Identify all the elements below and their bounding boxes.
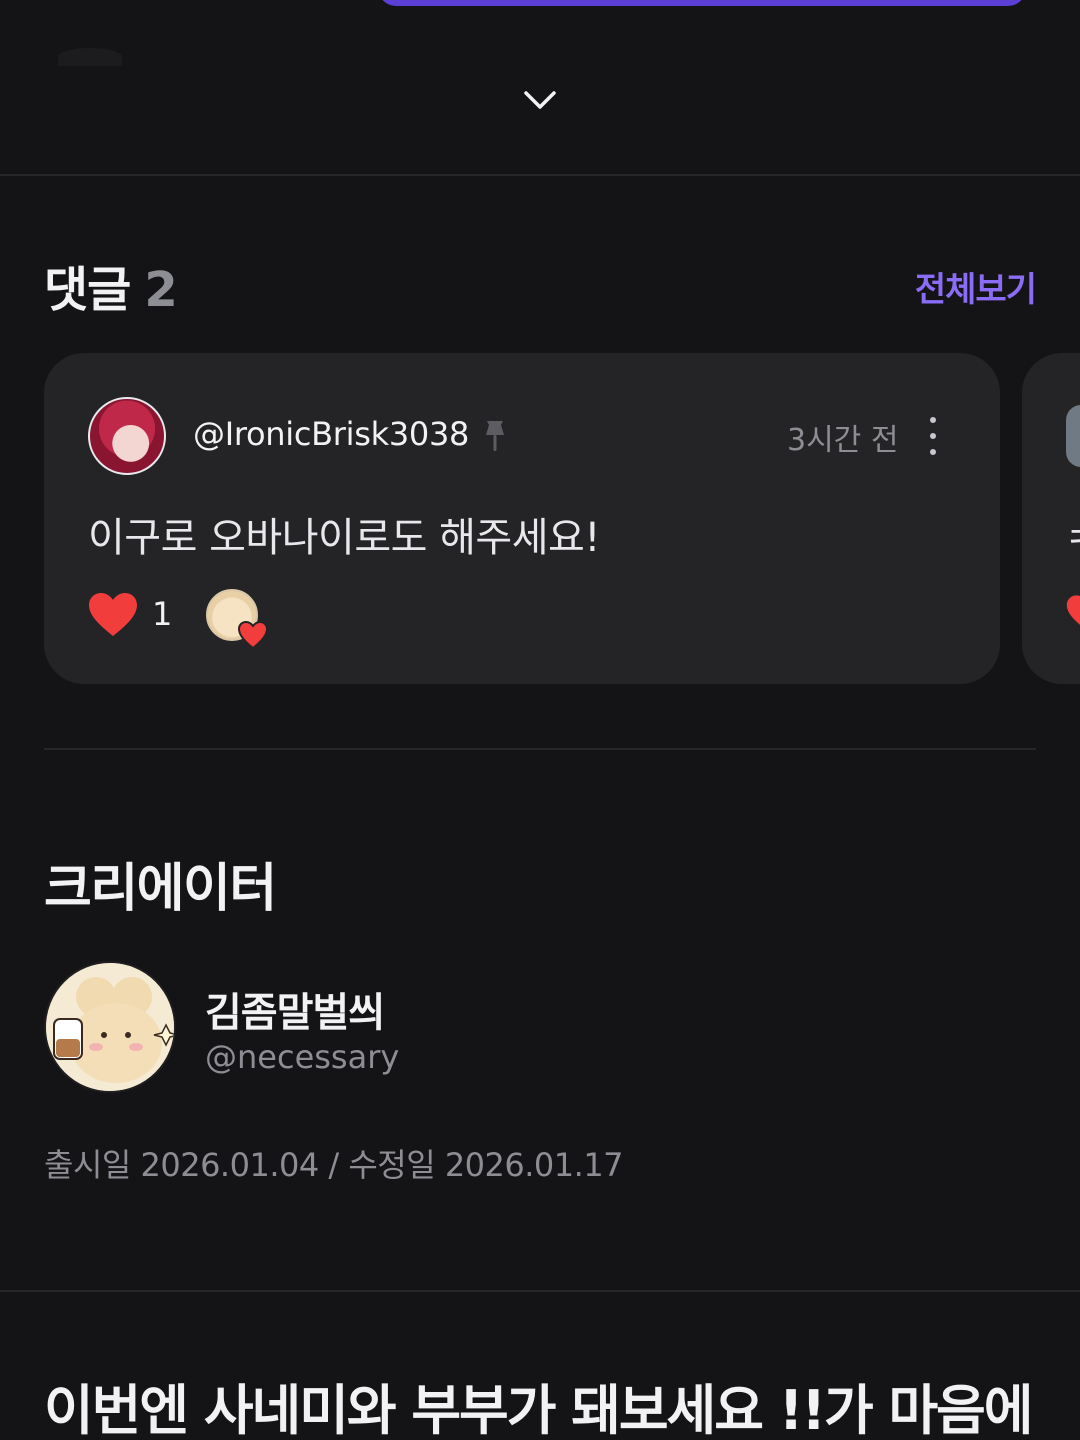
creator-avatar-illustration xyxy=(46,963,174,1091)
next-section-title: 이번엔 사네미와 부부가 돼보세요 !!가 마음에 xyxy=(44,1379,1033,1440)
page: 댓글 2 전체보기 @IronicBrisk3038 3시간 전 이구로 오바나… xyxy=(0,0,1080,1440)
view-all-link[interactable]: 전체보기 xyxy=(915,262,1037,311)
comment-text: ㅋ xyxy=(1064,509,1080,567)
comment-card[interactable]: ㅋ xyxy=(1022,353,1080,684)
chevron-down-icon xyxy=(524,91,556,109)
comment-text: 이구로 오바나이로도 해주세요! xyxy=(88,515,600,561)
avatar[interactable] xyxy=(88,397,166,475)
comment-timestamp: 3시간 전 xyxy=(787,423,899,458)
comments-title: 댓글 xyxy=(44,262,131,318)
heart-icon[interactable] xyxy=(88,591,138,639)
creator-heading: 크리에이터 xyxy=(44,859,277,919)
section-divider xyxy=(0,174,1080,176)
section-divider xyxy=(0,1290,1080,1292)
heart-icon xyxy=(238,621,268,649)
comments-count: 2 xyxy=(144,262,177,318)
expand-button[interactable] xyxy=(520,80,560,120)
comment-username[interactable]: @IronicBrisk3038 xyxy=(193,415,469,453)
more-vertical-icon[interactable] xyxy=(920,417,946,455)
creator-name[interactable]: 김좀말벌씌 xyxy=(205,980,385,1038)
faded-avatar xyxy=(58,48,122,66)
avatar xyxy=(1066,405,1080,467)
like-count: 1 xyxy=(152,595,173,633)
comment-card[interactable]: @IronicBrisk3038 3시간 전 이구로 오바나이로도 해주세요! … xyxy=(44,353,1000,684)
comments-heading: 댓글 2 xyxy=(44,250,178,320)
section-divider xyxy=(44,748,1036,750)
primary-action-bar[interactable] xyxy=(378,0,1026,6)
release-dates: 출시일 2026.01.04 / 수정일 2026.01.17 xyxy=(44,1146,624,1184)
creator-handle[interactable]: @necessary xyxy=(205,1038,399,1076)
heart-icon xyxy=(1066,595,1080,625)
pin-icon xyxy=(486,421,504,451)
avatar[interactable] xyxy=(44,961,176,1093)
